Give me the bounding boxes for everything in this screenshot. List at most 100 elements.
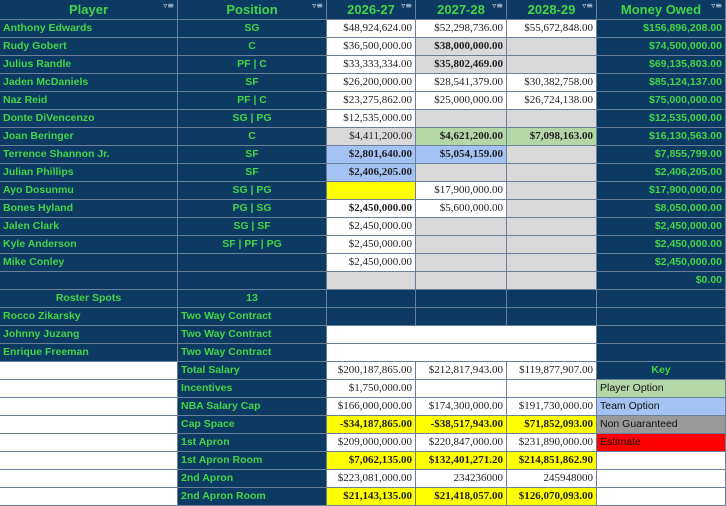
salary-2026-27-cell[interactable]: $2,801,640.00 bbox=[327, 146, 416, 164]
money-owed-cell[interactable]: $75,000,000.00 bbox=[597, 92, 726, 110]
header-2028-29[interactable]: 2028-29 ▿≡ bbox=[507, 0, 597, 20]
salary-2026-27-cell[interactable]: $2,450,000.00 bbox=[327, 254, 416, 272]
salary-2026-27-cell[interactable]: $33,333,334.00 bbox=[327, 56, 416, 74]
cap-space-2028-29[interactable]: $71,852,093.00 bbox=[507, 416, 597, 434]
player-position-cell[interactable]: PF | C bbox=[178, 56, 327, 74]
navy-blank-cell[interactable] bbox=[597, 308, 726, 326]
blank-cell[interactable] bbox=[597, 488, 726, 506]
key-item[interactable]: Estimate bbox=[597, 434, 726, 452]
header-player[interactable]: Player ▿≡ bbox=[0, 0, 178, 20]
salary-2027-28-cell[interactable]: $17,900,000.00 bbox=[416, 182, 507, 200]
first-apron-2027-28[interactable]: $220,847,000.00 bbox=[416, 434, 507, 452]
header-2027-28[interactable]: 2027-28 ▿≡ bbox=[416, 0, 507, 20]
money-owed-cell[interactable]: $74,500,000.00 bbox=[597, 38, 726, 56]
salary-2026-27-cell[interactable]: $23,275,862.00 bbox=[327, 92, 416, 110]
first-apron-2026-27[interactable]: $209,000,000.00 bbox=[327, 434, 416, 452]
salary-2028-29-cell[interactable] bbox=[507, 218, 597, 236]
salary-2028-29-cell[interactable] bbox=[507, 164, 597, 182]
salary-2027-28-cell[interactable]: $5,600,000.00 bbox=[416, 200, 507, 218]
salary-2028-29-cell[interactable]: $30,382,758.00 bbox=[507, 74, 597, 92]
second-apron-2027-28[interactable]: 234236000 bbox=[416, 470, 507, 488]
key-item[interactable]: Team Option bbox=[597, 398, 726, 416]
money-owed-cell[interactable]: $69,135,803.00 bbox=[597, 56, 726, 74]
salary-2028-29-cell[interactable] bbox=[507, 56, 597, 74]
player-position-cell[interactable]: SF bbox=[178, 164, 327, 182]
navy-blank-cell[interactable] bbox=[597, 290, 726, 308]
player-name-cell[interactable] bbox=[0, 272, 178, 290]
filter-icon[interactable]: ▿≡ bbox=[312, 1, 323, 10]
first-apron-label[interactable]: 1st Apron bbox=[178, 434, 327, 452]
total-salary-2026-27[interactable]: $200,187,865.00 bbox=[327, 362, 416, 380]
salary-2027-28-cell[interactable] bbox=[416, 218, 507, 236]
roster-spots-label[interactable]: Roster Spots bbox=[0, 290, 178, 308]
money-owed-cell[interactable]: $2,406,205.00 bbox=[597, 164, 726, 182]
first-apron-room-2027-28[interactable]: $132,401,271.20 bbox=[416, 452, 507, 470]
blank-cell[interactable] bbox=[0, 452, 178, 470]
salary-2027-28-cell[interactable]: $52,298,736.00 bbox=[416, 20, 507, 38]
salary-2027-28-cell[interactable]: $4,621,200.00 bbox=[416, 128, 507, 146]
salary-2028-29-cell[interactable] bbox=[507, 254, 597, 272]
salary-2028-29-cell[interactable]: $55,672,848.00 bbox=[507, 20, 597, 38]
two-way-player-name[interactable]: Enrique Freeman bbox=[0, 344, 178, 362]
player-name-cell[interactable]: Joan Beringer bbox=[0, 128, 178, 146]
player-position-cell[interactable]: PF | C bbox=[178, 92, 327, 110]
salary-2027-28-cell[interactable]: $28,541,379.00 bbox=[416, 74, 507, 92]
salary-2027-28-cell[interactable]: $35,802,469.00 bbox=[416, 56, 507, 74]
salary-2028-29-cell[interactable]: $26,724,138.00 bbox=[507, 92, 597, 110]
two-way-player-name[interactable]: Rocco Zikarsky bbox=[0, 308, 178, 326]
total-salary-label[interactable]: Total Salary bbox=[178, 362, 327, 380]
salary-2026-27-cell[interactable]: $2,450,000.00 bbox=[327, 218, 416, 236]
navy-blank-cell[interactable] bbox=[416, 290, 507, 308]
nba-salary-cap-label[interactable]: NBA Salary Cap bbox=[178, 398, 327, 416]
money-owed-cell[interactable]: $0.00 bbox=[597, 272, 726, 290]
salary-2028-29-cell[interactable] bbox=[507, 38, 597, 56]
cap-space-2027-28[interactable]: -$38,517,943.00 bbox=[416, 416, 507, 434]
player-name-cell[interactable]: Mike Conley bbox=[0, 254, 178, 272]
salary-2028-29-cell[interactable] bbox=[507, 182, 597, 200]
second-apron-room-2028-29[interactable]: $126,070,093.00 bbox=[507, 488, 597, 506]
blank-cell[interactable] bbox=[0, 434, 178, 452]
player-position-cell[interactable]: PG | SG bbox=[178, 200, 327, 218]
key-title[interactable]: Key bbox=[597, 362, 726, 380]
player-position-cell[interactable]: SG | PG bbox=[178, 182, 327, 200]
filter-icon[interactable]: ▿≡ bbox=[711, 1, 722, 10]
two-way-player-name[interactable]: Johnny Juzang bbox=[0, 326, 178, 344]
player-position-cell[interactable]: C bbox=[178, 38, 327, 56]
player-position-cell[interactable] bbox=[178, 254, 327, 272]
salary-2026-27-cell[interactable]: $12,535,000.00 bbox=[327, 110, 416, 128]
nba-salary-cap-2028-29[interactable]: $191,730,000.00 bbox=[507, 398, 597, 416]
header-position[interactable]: Position ▿≡ bbox=[178, 0, 327, 20]
salary-2026-27-cell[interactable]: $2,450,000.00 bbox=[327, 236, 416, 254]
player-position-cell[interactable]: C bbox=[178, 128, 327, 146]
blank-cell[interactable] bbox=[597, 452, 726, 470]
salary-2028-29-cell[interactable] bbox=[507, 272, 597, 290]
money-owed-cell[interactable]: $2,450,000.00 bbox=[597, 254, 726, 272]
blank-cell[interactable] bbox=[327, 326, 597, 344]
salary-2027-28-cell[interactable] bbox=[416, 236, 507, 254]
total-salary-2028-29[interactable]: $119,877,907.00 bbox=[507, 362, 597, 380]
salary-2026-27-cell[interactable]: $4,411,200.00 bbox=[327, 128, 416, 146]
salary-2027-28-cell[interactable] bbox=[416, 272, 507, 290]
money-owed-cell[interactable]: $16,130,563.00 bbox=[597, 128, 726, 146]
second-apron-room-label[interactable]: 2nd Apron Room bbox=[178, 488, 327, 506]
player-name-cell[interactable]: Rudy Gobert bbox=[0, 38, 178, 56]
blank-cell[interactable] bbox=[327, 344, 597, 362]
player-name-cell[interactable]: Naz Reid bbox=[0, 92, 178, 110]
two-way-contract-label[interactable]: Two Way Contract bbox=[178, 326, 327, 344]
filter-icon[interactable]: ▿≡ bbox=[582, 1, 593, 10]
salary-2028-29-cell[interactable] bbox=[507, 236, 597, 254]
player-name-cell[interactable]: Jalen Clark bbox=[0, 218, 178, 236]
blank-cell[interactable] bbox=[0, 362, 178, 380]
second-apron-room-2026-27[interactable]: $21,143,135.00 bbox=[327, 488, 416, 506]
salary-2026-27-cell[interactable]: $36,500,000.00 bbox=[327, 38, 416, 56]
player-position-cell[interactable]: SF | PF | PG bbox=[178, 236, 327, 254]
filter-icon[interactable]: ▿≡ bbox=[492, 1, 503, 10]
incentives-2027-28[interactable] bbox=[416, 380, 507, 398]
header-2026-27[interactable]: 2026-27 ▿≡ bbox=[327, 0, 416, 20]
first-apron-room-label[interactable]: 1st Apron Room bbox=[178, 452, 327, 470]
player-name-cell[interactable]: Jaden McDaniels bbox=[0, 74, 178, 92]
player-position-cell[interactable]: SG | SF bbox=[178, 218, 327, 236]
second-apron-room-2027-28[interactable]: $21,418,057.00 bbox=[416, 488, 507, 506]
blank-cell[interactable] bbox=[0, 380, 178, 398]
blank-cell[interactable] bbox=[0, 416, 178, 434]
